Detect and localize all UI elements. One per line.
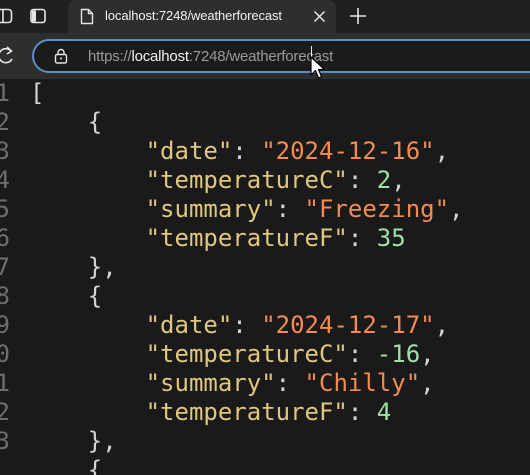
line-number: 5 — [0, 195, 10, 223]
json-key: "date" — [145, 311, 233, 339]
line-number: 2 — [0, 398, 10, 426]
line-number: 1 — [0, 79, 10, 107]
sidebar-toggle-icon[interactable] — [0, 6, 14, 26]
json-key: "temperatureC" — [145, 166, 348, 194]
json-string-value: "Chilly" — [304, 369, 421, 397]
json-key: "temperatureF" — [145, 224, 348, 252]
json-viewer: 1 2 3 4 5 6 7 8 9 0 1 2 3 [ { "date": "2… — [0, 79, 530, 475]
code-line: "temperatureF": 4 — [145, 398, 392, 426]
line-number: 6 — [0, 224, 10, 252]
mouse-pointer-icon — [310, 56, 326, 80]
close-brace: }, — [87, 253, 117, 281]
code-line: { — [30, 282, 102, 311]
lock-icon[interactable] — [54, 48, 68, 64]
code-line: "temperatureF": 35 — [145, 224, 406, 252]
json-string-value: "2024-12-16" — [261, 137, 435, 165]
line-number: 7 — [0, 253, 10, 281]
line-number: 1 — [0, 369, 10, 397]
code-line: "date": "2024-12-17", — [145, 311, 450, 339]
line-number: 3 — [0, 137, 10, 165]
close-brace: }, — [87, 427, 117, 455]
code-line: "summary": "Chilly", — [145, 369, 435, 397]
json-string-value: "Freezing" — [304, 195, 450, 223]
json-number-value: 4 — [376, 398, 392, 426]
code-line: }, — [30, 427, 117, 456]
code-line: { — [30, 108, 102, 137]
tab-actions-icon[interactable] — [28, 6, 48, 26]
code-line: "temperatureC": -16, — [145, 340, 435, 368]
url-scheme: https:// — [88, 48, 132, 65]
open-brace: { — [87, 108, 103, 136]
line-number: 4 — [0, 166, 10, 194]
url-text[interactable]: https://localhost:7248/weatherforecast — [88, 48, 333, 65]
code-line: "date": "2024-12-16", — [145, 137, 450, 165]
line-number: 8 — [0, 282, 10, 310]
reload-icon[interactable] — [0, 45, 16, 67]
url-host: localhost — [131, 48, 189, 65]
json-key: "temperatureC" — [145, 340, 348, 368]
code-line: [ — [30, 79, 44, 108]
json-number-value: 35 — [376, 224, 406, 252]
json-number-value: -16 — [376, 340, 421, 368]
code-line: "summary": "Freezing", — [145, 195, 464, 223]
open-brace: { — [87, 282, 103, 310]
json-key: "summary" — [145, 195, 276, 223]
json-key: "date" — [145, 137, 233, 165]
json-key: "temperatureF" — [145, 398, 348, 426]
json-string-value: "2024-12-17" — [261, 311, 435, 339]
line-number: 0 — [0, 340, 10, 368]
tab-title: localhost:7248/weatherforecast — [105, 8, 282, 23]
open-bracket: [ — [30, 79, 45, 107]
code-line: { — [30, 456, 102, 475]
toolbar: https://localhost:7248/weatherforecast — [0, 33, 530, 79]
code-line: "temperatureC": 2, — [145, 166, 406, 194]
close-icon[interactable] — [313, 10, 326, 23]
line-number: 2 — [0, 108, 10, 136]
json-key: "summary" — [145, 369, 276, 397]
line-number: 9 — [0, 311, 10, 339]
plus-icon[interactable] — [348, 6, 368, 26]
line-number-gutter: 1 2 3 4 5 6 7 8 9 0 1 2 3 — [0, 79, 12, 475]
open-brace: { — [87, 456, 103, 475]
address-bar[interactable]: https://localhost:7248/weatherforecast — [32, 39, 530, 73]
tab-weatherforecast[interactable]: localhost:7248/weatherforecast — [68, 0, 336, 33]
json-number-value: 2 — [376, 166, 392, 194]
line-number: 3 — [0, 427, 10, 455]
tab-strip: localhost:7248/weatherforecast — [0, 0, 530, 33]
code-line: }, — [30, 253, 117, 282]
page-icon — [80, 8, 94, 25]
